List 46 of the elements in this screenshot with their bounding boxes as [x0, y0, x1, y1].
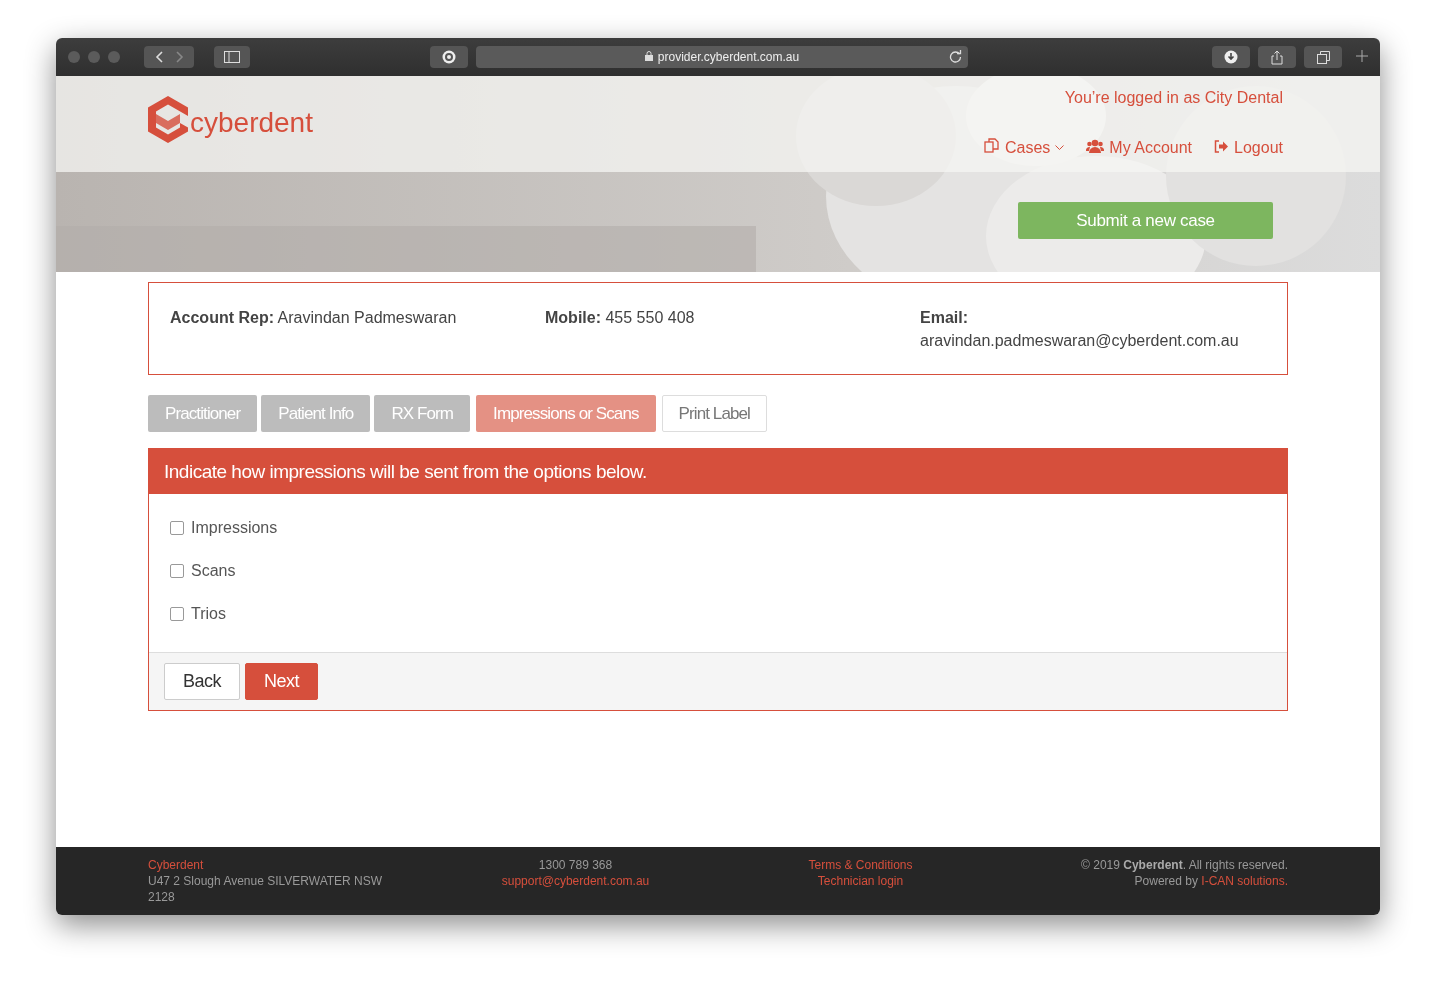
reload-icon[interactable]: [949, 50, 962, 66]
account-detail: Mobile: 455 550 408: [545, 308, 696, 328]
footer-link[interactable]: Cyberdent: [148, 857, 388, 873]
footer-text: Powered by I-CAN solutions.: [1133, 873, 1288, 889]
extension-icon[interactable]: [430, 46, 468, 68]
window-control-icon[interactable]: [68, 51, 80, 63]
step-tab[interactable]: RX Form: [374, 395, 471, 432]
checkbox[interactable]: [170, 607, 184, 621]
back-button[interactable]: Back: [164, 663, 241, 700]
address-bar[interactable]: provider.cyberdent.com.au: [476, 46, 968, 68]
panel-heading: Indicate how impressions will be sent from the options below.: [149, 449, 1287, 494]
footer-text: © 2019 Cyberdent. All rights reserved.: [1080, 857, 1288, 873]
next-button[interactable]: Next: [245, 663, 319, 700]
footer-link[interactable]: Terms & Conditions: [718, 857, 1003, 873]
window-control-icon[interactable]: [108, 51, 120, 63]
tabs-icon[interactable]: [1304, 46, 1342, 68]
download-icon[interactable]: [1212, 46, 1250, 68]
logo-text: cyberdent: [190, 107, 313, 139]
account-detail: Email: aravindan.padmeswaran@cyberdent.com.au: [920, 308, 1240, 351]
checkbox[interactable]: [170, 521, 184, 535]
account-detail: Account Rep: Aravindan Padmeswaran: [170, 308, 458, 328]
checkbox-label: Trios: [191, 605, 226, 623]
login-status: You’re logged in as City Dental: [1064, 89, 1283, 107]
footer-text: 1300 789 368: [537, 857, 614, 873]
step-tab[interactable]: Impressions or Scans: [476, 395, 656, 432]
sidebar-icon[interactable]: [214, 46, 250, 68]
footer-link[interactable]: Technician login: [718, 873, 1003, 889]
share-icon[interactable]: [1258, 46, 1296, 68]
checkbox-label: Impressions: [191, 519, 278, 537]
nav-link[interactable]: My Account: [1086, 138, 1193, 157]
checkbox-label: Scans: [191, 562, 236, 580]
nav-link[interactable]: Cases: [984, 138, 1065, 157]
footer-text: U47 2 Slough Avenue SILVERWATER NSW 2128: [148, 873, 384, 905]
footer-link[interactable]: I-CAN solutions.: [1201, 874, 1288, 888]
footer-link[interactable]: support@cyberdent.com.au: [433, 873, 718, 889]
step-tab[interactable]: Practitioner: [148, 395, 258, 432]
lock-icon: [644, 50, 653, 64]
back-forward-icon[interactable]: [144, 46, 194, 68]
step-tab[interactable]: Patient Info: [261, 395, 371, 432]
window-control-icon[interactable]: [88, 51, 100, 63]
url-text: provider.cyberdent.com.au: [657, 50, 800, 64]
nav-link[interactable]: Logout: [1214, 138, 1283, 157]
checkbox[interactable]: [170, 564, 184, 578]
step-tab[interactable]: Print Label: [661, 395, 767, 432]
submit-case-button[interactable]: Submit a new case: [1018, 202, 1273, 239]
caret-icon: [1055, 144, 1065, 151]
